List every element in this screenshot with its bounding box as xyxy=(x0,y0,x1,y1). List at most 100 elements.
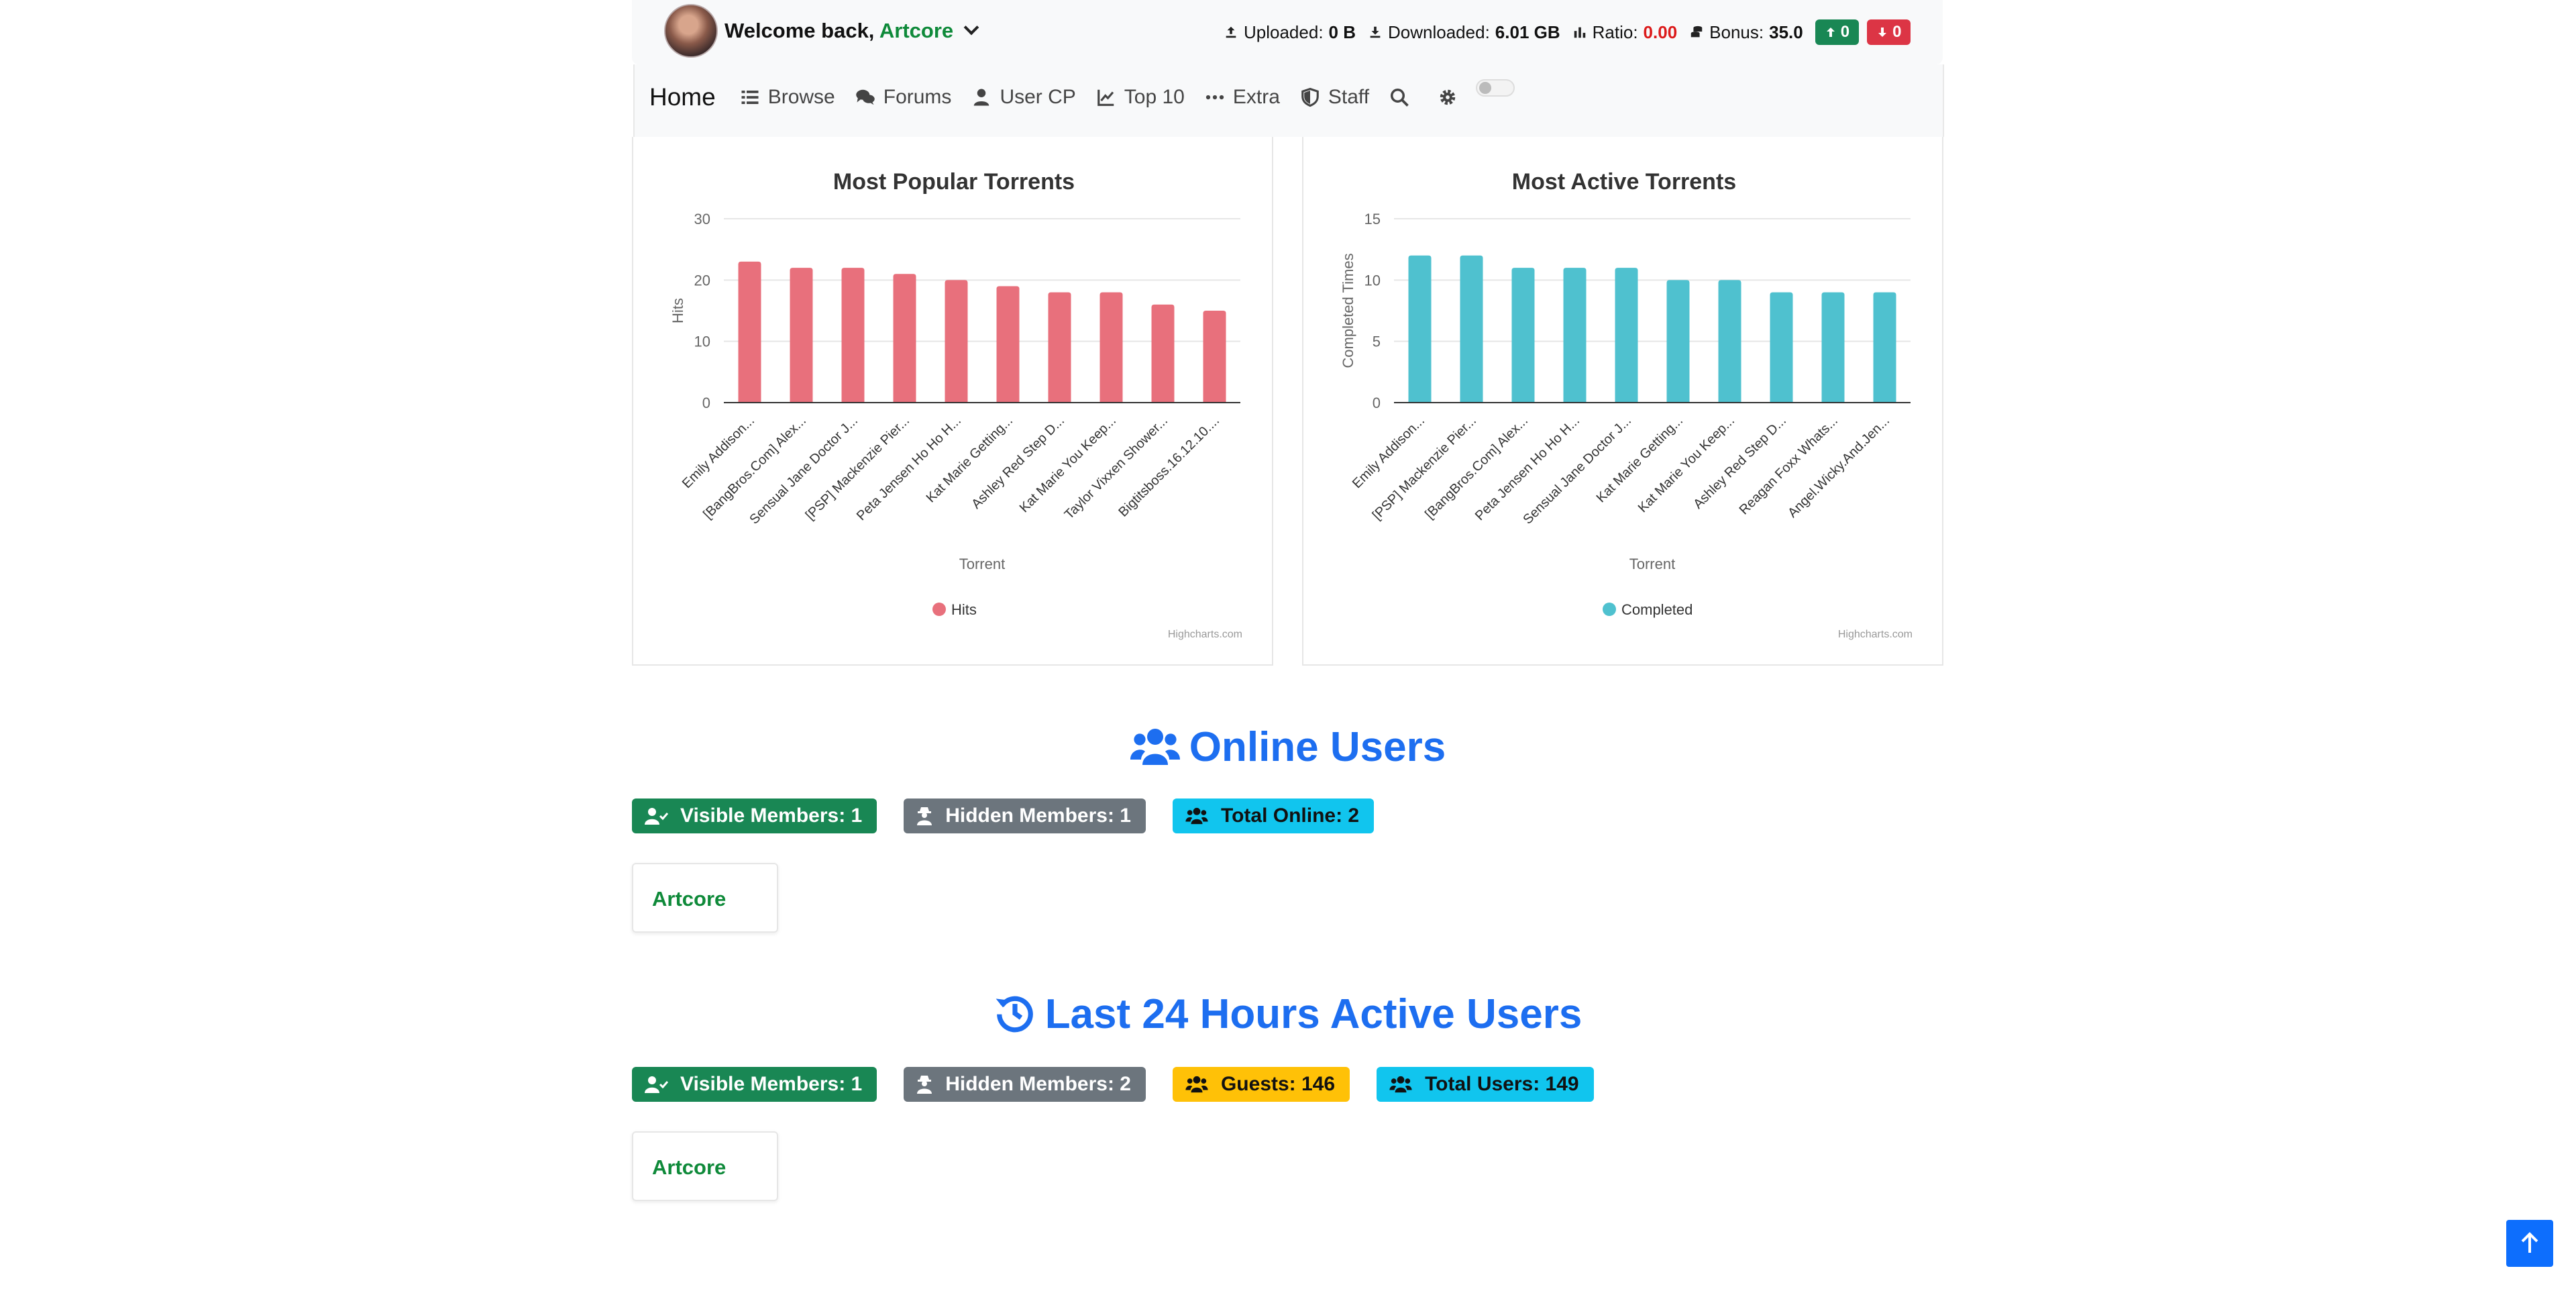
last24-guests-text: Guests: 146 xyxy=(1220,1073,1336,1095)
nav-browse[interactable]: Browse xyxy=(740,86,835,109)
chevron-down-icon[interactable] xyxy=(963,19,979,36)
welcome-message[interactable]: Welcome back, Artcore xyxy=(724,19,979,43)
nav-usercp[interactable]: User CP xyxy=(971,86,1076,109)
x-tick-label: Angel.Wicky.And.Jen... xyxy=(1785,413,1892,521)
arrow-up-icon xyxy=(2521,1232,2538,1253)
y-tick-label: 10 xyxy=(1364,272,1381,289)
bar-chart-icon xyxy=(1574,27,1585,38)
username-link[interactable]: Artcore xyxy=(879,19,953,42)
chart-bar[interactable] xyxy=(1151,304,1175,403)
chart-bar[interactable] xyxy=(1563,268,1587,403)
legend-item[interactable]: Hits xyxy=(932,601,977,618)
ellipsis-icon xyxy=(1205,95,1224,100)
last24-user-card[interactable]: Artcore xyxy=(632,1131,778,1201)
chart-bar[interactable] xyxy=(1099,292,1123,403)
bonus-label: Bonus: xyxy=(1709,21,1764,42)
x-tick-label: Sensual Jane Doctor J... xyxy=(747,413,861,527)
online-user-link[interactable]: Artcore xyxy=(652,887,726,911)
nav-browse-label: Browse xyxy=(767,86,835,108)
online-user-card[interactable]: Artcore xyxy=(632,863,778,933)
nav-home[interactable]: Home xyxy=(649,83,716,111)
chart-bar[interactable] xyxy=(893,274,916,403)
active-torrents-chart: Most Active Torrents 0 5 10 15 Completed Time… xyxy=(1340,169,1913,640)
y-tick-label: 5 xyxy=(1373,333,1381,350)
users-icon xyxy=(1185,1076,1208,1093)
x-tick-label: Reagan Foxx Whats... xyxy=(1737,413,1841,517)
nav-extra[interactable]: Extra xyxy=(1205,86,1280,109)
bonus-stat[interactable]: Bonus: 35.0 xyxy=(1689,22,1803,43)
chart-card-active: Most Active Torrents 0 5 10 15 Completed Time… xyxy=(1302,137,1943,666)
users-icon xyxy=(1185,807,1208,825)
downloaded-label: Downloaded: xyxy=(1388,21,1490,42)
settings-button[interactable] xyxy=(1438,87,1466,107)
user-check-icon xyxy=(645,1076,668,1093)
x-axis-title: Torrent xyxy=(1629,556,1675,572)
y-tick-label: 30 xyxy=(694,211,710,227)
x-tick-label: Kat Marie Getting... xyxy=(1594,413,1686,505)
legend-label: Hits xyxy=(951,601,977,618)
y-tick-label: 20 xyxy=(694,272,710,289)
last24-guests-badge: Guests: 146 xyxy=(1172,1067,1350,1102)
x-tick-label: Sensual Jane Doctor J... xyxy=(1520,413,1634,527)
chart-bar[interactable] xyxy=(1821,292,1845,403)
chart-bar[interactable] xyxy=(1873,292,1896,403)
chart-bar[interactable] xyxy=(945,280,968,403)
shield-icon xyxy=(1301,87,1319,107)
online-users-heading: Online Users xyxy=(0,723,2576,771)
chart-bar[interactable] xyxy=(841,268,865,403)
gear-icon xyxy=(1440,89,1456,105)
y-tick-label: 10 xyxy=(694,333,710,350)
chart-bar[interactable] xyxy=(1770,292,1793,403)
chart-bar[interactable] xyxy=(996,286,1020,403)
nav-forums[interactable]: Forums xyxy=(855,86,951,109)
legend-marker xyxy=(932,603,946,616)
chart-bar[interactable] xyxy=(1718,280,1741,403)
online-badges: Visible Members: 1 Hidden Members: 1 Tot… xyxy=(632,798,1401,833)
chart-credits[interactable]: Highcharts.com xyxy=(1168,629,1242,640)
theme-toggle[interactable] xyxy=(1476,79,1515,97)
user-icon xyxy=(974,89,989,106)
last24-total-text: Total Users: 149 xyxy=(1425,1073,1579,1095)
legend-label: Completed xyxy=(1621,601,1693,618)
last24-visible-text: Visible Members: 1 xyxy=(680,1073,863,1095)
chart-bar[interactable] xyxy=(1511,268,1535,403)
chart-credits[interactable]: Highcharts.com xyxy=(1838,629,1913,640)
search-button[interactable] xyxy=(1389,87,1417,107)
ratio-label: Ratio: xyxy=(1592,21,1638,42)
welcome-prefix: Welcome back, xyxy=(724,19,875,42)
bonus-value: 35.0 xyxy=(1769,21,1803,42)
downloaded-value: 6.01 GB xyxy=(1495,21,1560,42)
y-tick-label: 15 xyxy=(1364,211,1381,227)
leeching-count: 0 xyxy=(1892,23,1902,41)
coins-icon xyxy=(1690,25,1703,38)
users-icon xyxy=(1130,729,1180,765)
chart-bar[interactable] xyxy=(1666,280,1690,403)
visible-members-text: Visible Members: 1 xyxy=(680,805,863,827)
chart-bar[interactable] xyxy=(790,268,813,403)
users-icon xyxy=(1389,1076,1412,1093)
x-tick-label: [BangBros.Com] Alex... xyxy=(700,413,809,522)
chart-bar[interactable] xyxy=(1615,268,1638,403)
legend-item[interactable]: Completed xyxy=(1603,601,1693,618)
total-online-text: Total Online: 2 xyxy=(1220,805,1360,827)
nav-staff[interactable]: Staff xyxy=(1300,86,1369,109)
last24-heading: Last 24 Hours Active Users xyxy=(0,990,2576,1038)
y-axis-title: Completed Times xyxy=(1340,253,1356,368)
avatar[interactable] xyxy=(664,4,718,58)
ratio-stat: Ratio: 0.00 xyxy=(1572,21,1677,43)
chart-bar[interactable] xyxy=(1048,292,1071,403)
leeching-badge[interactable]: 0 xyxy=(1867,19,1911,45)
last24-user-link[interactable]: Artcore xyxy=(652,1155,726,1180)
chart-bar[interactable] xyxy=(738,261,761,403)
back-to-top-button[interactable] xyxy=(2506,1220,2553,1267)
last24-total-badge: Total Users: 149 xyxy=(1377,1067,1594,1102)
chart-bar[interactable] xyxy=(1460,255,1483,403)
upload-icon xyxy=(1226,26,1236,38)
nav-top10[interactable]: Top 10 xyxy=(1096,86,1185,109)
seeding-badge[interactable]: 0 xyxy=(1815,19,1860,45)
seeding-count: 0 xyxy=(1840,23,1850,41)
chart-bar[interactable] xyxy=(1203,311,1226,403)
chart-bar[interactable] xyxy=(1408,255,1432,403)
chart-card-popular: Most Popular Torrents 0 10 20 30 Hits Emily Ad… xyxy=(632,137,1273,666)
user-secret-icon xyxy=(917,1076,932,1094)
